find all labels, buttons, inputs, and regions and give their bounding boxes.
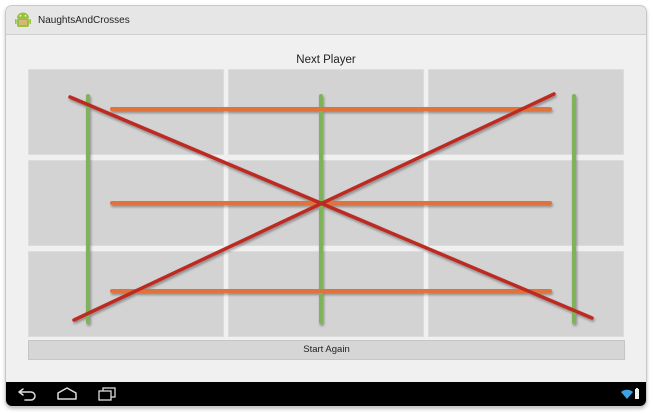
board-cell-1-2[interactable] — [228, 69, 424, 155]
action-bar: NaughtsAndCrosses — [6, 6, 646, 35]
board-cell-1-1[interactable] — [28, 69, 224, 155]
game-status-label: Next Player — [296, 54, 356, 66]
home-icon[interactable] — [56, 386, 78, 402]
wifi-icon — [621, 389, 633, 399]
back-icon[interactable] — [16, 386, 38, 402]
board-cell-3-3[interactable] — [428, 251, 624, 337]
board-cell-2-2[interactable] — [228, 160, 424, 246]
board-cell-1-3[interactable] — [428, 69, 624, 155]
recent-apps-icon[interactable] — [96, 386, 118, 402]
android-robot-icon — [15, 12, 31, 27]
system-nav-bar — [6, 382, 646, 406]
board-cell-3-2[interactable] — [228, 251, 424, 337]
game-board — [28, 69, 626, 337]
device-screen: NaughtsAndCrosses Next Player Start Agai… — [6, 6, 646, 406]
battery-icon — [635, 388, 639, 399]
app-title: NaughtsAndCrosses — [38, 14, 130, 26]
board-cell-2-3[interactable] — [428, 160, 624, 246]
board-cell-2-1[interactable] — [28, 160, 224, 246]
status-icons — [621, 388, 639, 399]
start-again-button[interactable]: Start Again — [28, 340, 625, 360]
board-cell-3-1[interactable] — [28, 251, 224, 337]
